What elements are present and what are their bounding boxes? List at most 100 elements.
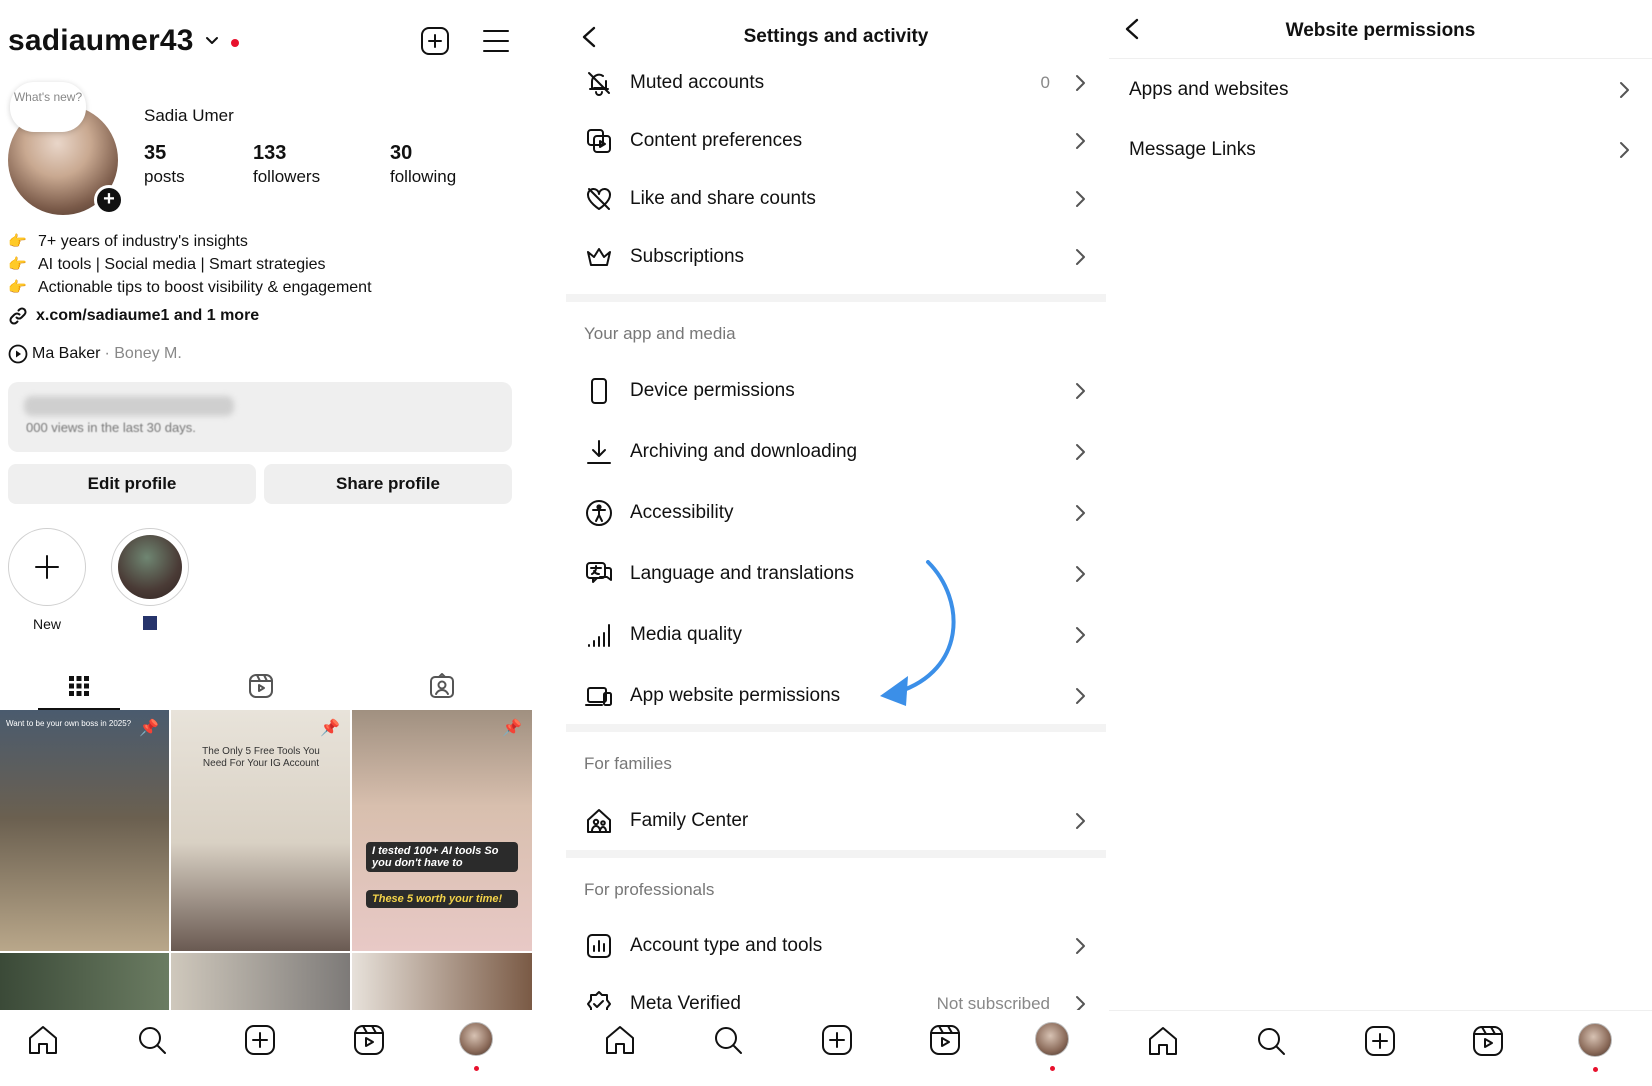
edit-profile-button[interactable]: Edit profile (8, 464, 256, 504)
row-language-translations[interactable]: Language and translations (566, 548, 1106, 600)
note-bubble[interactable]: What's new? (10, 82, 86, 132)
post-tile[interactable] (171, 953, 350, 1013)
phone-icon (591, 378, 607, 404)
home-icon[interactable] (25, 1022, 61, 1058)
settings-screen: Settings and activity Muted accounts 0 C… (566, 0, 1106, 1086)
link-text: x.com/sadiaume1 and 1 more (36, 307, 260, 324)
pinned-icon: 📌 (320, 720, 340, 737)
highlight-label: New (32, 616, 61, 632)
tab-grid[interactable] (39, 662, 119, 710)
content-preferences-icon (587, 129, 611, 153)
profile-tab[interactable] (1578, 1023, 1614, 1072)
search-icon[interactable] (1253, 1023, 1289, 1059)
row-subscriptions[interactable]: Subscriptions (566, 231, 1106, 283)
row-archiving-downloading[interactable]: Archiving and downloading (566, 426, 1106, 478)
post-tile[interactable] (352, 953, 532, 1013)
professional-dashboard-card[interactable]: 000 views in the last 30 days. (8, 382, 512, 452)
profile-tab[interactable] (459, 1022, 495, 1071)
share-profile-button[interactable]: Share profile (264, 464, 512, 504)
dashboard-subtitle: 000 views in the last 30 days. (26, 420, 196, 435)
reels-icon[interactable] (1470, 1023, 1506, 1059)
tab-tagged[interactable] (402, 662, 482, 710)
posts-grid: Want to be your own boss in 2025? 📌 The … (0, 710, 532, 1013)
create-icon[interactable] (242, 1022, 278, 1058)
row-label: Account type and tools (630, 935, 823, 956)
bottom-tab-bar (0, 1010, 532, 1086)
avatar (1035, 1022, 1069, 1056)
post-tile[interactable]: Want to be your own boss in 2025? 📌 (0, 710, 169, 951)
section-divider (566, 724, 1106, 732)
row-content-preferences[interactable]: Content preferences (566, 115, 1106, 167)
stat-posts[interactable]: 35 posts (144, 142, 185, 187)
menu-icon[interactable] (482, 28, 510, 54)
heart-off-icon (587, 188, 611, 210)
reels-icon[interactable] (351, 1022, 387, 1058)
post-tile[interactable]: The Only 5 Free Tools You Need For Your … (171, 710, 350, 951)
post-tile[interactable]: I tested 100+ AI tools So you don't have… (352, 710, 532, 951)
row-label: Language and translations (630, 563, 854, 584)
blurred-title (24, 396, 234, 416)
website-permissions-screen: Website permissions Apps and websites Me… (1109, 0, 1652, 1086)
row-app-website-permissions[interactable]: App website permissions (566, 670, 1106, 722)
row-label: Muted accounts (630, 72, 765, 93)
website-permissions-header: Website permissions (1109, 12, 1652, 52)
tab-reels[interactable] (221, 662, 301, 710)
row-message-links[interactable]: Message Links (1109, 122, 1652, 178)
family-home-icon (587, 809, 611, 833)
bio-line: AI tools | Social media | Smart strategi… (38, 256, 326, 273)
chevron-right-icon (1076, 383, 1085, 399)
highlight-item[interactable] (110, 528, 190, 630)
row-accessibility[interactable]: Accessibility (566, 487, 1106, 539)
plus-icon (35, 555, 59, 579)
highlight-new[interactable]: New (7, 528, 87, 632)
muted-bell-icon (588, 72, 610, 96)
highlight-cover (118, 535, 182, 599)
bio-line: 7+ years of industry's insights (38, 233, 248, 250)
bio-link[interactable]: x.com/sadiaume1 and 1 more (8, 306, 259, 326)
bottom-tab-bar (566, 1010, 1106, 1086)
section-title: Your app and media (584, 324, 736, 343)
row-account-type-tools[interactable]: Account type and tools (566, 920, 1106, 972)
create-icon[interactable] (819, 1022, 855, 1058)
stat-followers[interactable]: 133 followers (253, 142, 320, 187)
row-like-share-counts[interactable]: Like and share counts (566, 173, 1106, 225)
username[interactable]: sadiaumer43 (8, 24, 194, 58)
row-label: Content preferences (630, 130, 803, 151)
row-apps-and-websites[interactable]: Apps and websites (1109, 62, 1652, 118)
avatar (459, 1022, 493, 1056)
notification-dot (1593, 1067, 1598, 1072)
row-family-center[interactable]: Family Center (566, 795, 1106, 847)
profile-music[interactable]: Ma Baker · Boney M. (8, 344, 182, 364)
stat-following[interactable]: 30 following (390, 142, 456, 187)
chevron-right-icon (1076, 566, 1085, 582)
row-label: Media quality (630, 624, 742, 645)
row-muted-accounts[interactable]: Muted accounts 0 (566, 57, 1106, 109)
profile-tab[interactable] (1035, 1022, 1071, 1071)
chevron-right-icon (1076, 938, 1085, 954)
post-tile[interactable] (0, 953, 169, 1013)
search-icon[interactable] (134, 1022, 170, 1058)
profile-header: sadiaumer43 (8, 20, 528, 64)
create-icon[interactable] (1362, 1023, 1398, 1059)
download-icon (587, 440, 611, 464)
create-icon[interactable] (420, 26, 450, 56)
search-icon[interactable] (710, 1022, 746, 1058)
post-caption: Want to be your own boss in 2025? (6, 719, 132, 728)
add-story-icon[interactable]: + (94, 185, 124, 215)
section-divider (566, 850, 1106, 858)
home-icon[interactable] (602, 1022, 638, 1058)
chevron-right-icon (1076, 75, 1085, 91)
profile-tabs (0, 662, 532, 710)
reels-icon[interactable] (927, 1022, 963, 1058)
row-media-quality[interactable]: Media quality (566, 609, 1106, 661)
row-device-permissions[interactable]: Device permissions (566, 365, 1106, 417)
chevron-down-icon[interactable] (204, 32, 220, 48)
chevron-right-icon (1076, 191, 1085, 207)
grid-icon (69, 676, 89, 696)
row-value: 0 (1040, 73, 1050, 92)
signal-bars-icon (588, 624, 610, 647)
header-divider (1109, 58, 1652, 59)
bar-chart-icon (587, 934, 611, 958)
row-label: Accessibility (630, 502, 734, 523)
home-icon[interactable] (1145, 1023, 1181, 1059)
